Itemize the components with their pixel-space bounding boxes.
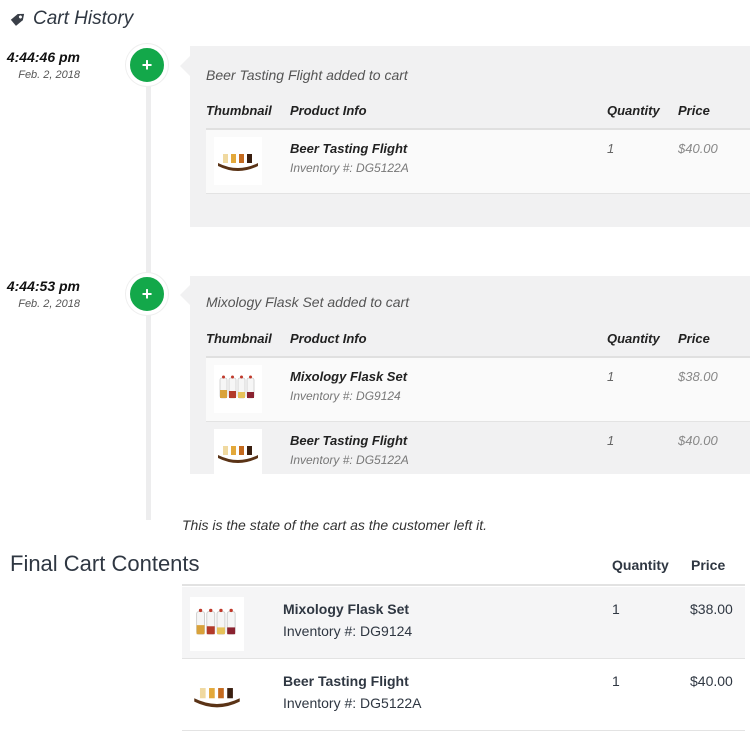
final-column-header-quantity: Quantity [612, 557, 669, 573]
product-quantity: 1 [607, 421, 678, 474]
page-title: Cart History [33, 8, 134, 29]
final-cart-row: Mixology Flask Set Inventory #: DG9124 1… [182, 587, 745, 659]
event-timestamp: 4:44:53 pm Feb. 2, 2018 [5, 278, 80, 310]
divider [182, 584, 745, 586]
final-cart-row: Beer Tasting Flight Inventory #: DG5122A… [182, 659, 745, 731]
product-inventory: Inventory #: DG5122A [290, 161, 409, 175]
beer-flight-thumbnail [214, 428, 262, 474]
flask-set-thumbnail [214, 365, 262, 413]
event-card: Mixology Flask Set added to cart Thumbna… [190, 276, 750, 474]
column-header-price: Price [678, 92, 750, 130]
product-quantity: 1 [612, 601, 620, 617]
event-time: 4:44:46 pm [6, 49, 80, 65]
column-header-product-info: Product Info [290, 92, 607, 130]
product-name: Beer Tasting Flight [290, 141, 408, 156]
plus-icon: + [126, 44, 168, 86]
product-quantity: 1 [607, 129, 678, 194]
final-cart-title: Final Cart Contents [10, 551, 200, 576]
event-items-table: Thumbnail Product Info Quantity Price [206, 320, 750, 474]
card-pointer [180, 56, 190, 76]
beer-flight-thumbnail [214, 137, 262, 185]
tag-icon [8, 9, 28, 29]
column-header-thumbnail: Thumbnail [206, 92, 290, 130]
product-name: Beer Tasting Flight [283, 673, 409, 689]
product-inventory: Inventory #: DG5122A [290, 452, 409, 467]
flask-set-thumbnail [190, 597, 244, 651]
event-items-table: Thumbnail Product Info Quantity Price [206, 92, 750, 194]
product-name: Beer Tasting Flight [290, 432, 408, 448]
card-pointer [180, 285, 190, 305]
table-row: Beer Tasting Flight Inventory #: DG5122A… [206, 421, 750, 474]
product-quantity: 1 [607, 357, 678, 422]
product-name: Mixology Flask Set [283, 601, 410, 617]
column-header-quantity: Quantity [607, 92, 678, 130]
event-time: 4:44:53 pm [6, 278, 80, 294]
product-price: $40.00 [678, 129, 750, 194]
product-quantity: 1 [612, 673, 620, 689]
product-price: $40.00 [678, 421, 750, 474]
column-header-price: Price [678, 320, 750, 358]
product-inventory: Inventory #: DG5122A [283, 695, 422, 711]
event-date: Feb. 2, 2018 [18, 69, 80, 81]
column-header-thumbnail: Thumbnail [206, 320, 290, 358]
event-timestamp: 4:44:46 pm Feb. 2, 2018 [5, 49, 80, 81]
product-name: Mixology Flask Set [290, 369, 408, 384]
event-date: Feb. 2, 2018 [18, 298, 80, 310]
product-price: $40.00 [690, 673, 733, 689]
cart-state-note: This is the state of the cart as the cus… [182, 517, 488, 533]
table-row: Mixology Flask Set Inventory #: DG9124 1… [206, 357, 750, 422]
product-price: $38.00 [690, 601, 733, 617]
page-header: Cart History [8, 6, 133, 32]
product-price: $38.00 [678, 357, 750, 422]
beer-flight-thumbnail [190, 669, 244, 723]
column-header-quantity: Quantity [607, 320, 678, 358]
product-inventory: Inventory #: DG9124 [290, 389, 401, 403]
table-row: Beer Tasting Flight Inventory #: DG5122A… [206, 129, 750, 194]
event-title: Beer Tasting Flight added to cart [206, 67, 408, 83]
final-column-header-price: Price [691, 557, 726, 573]
product-inventory: Inventory #: DG9124 [283, 623, 413, 639]
event-card: Beer Tasting Flight added to cart Thumbn… [190, 46, 750, 227]
plus-icon: + [126, 273, 168, 315]
column-header-product-info: Product Info [290, 320, 607, 358]
event-title: Mixology Flask Set added to cart [206, 294, 410, 310]
